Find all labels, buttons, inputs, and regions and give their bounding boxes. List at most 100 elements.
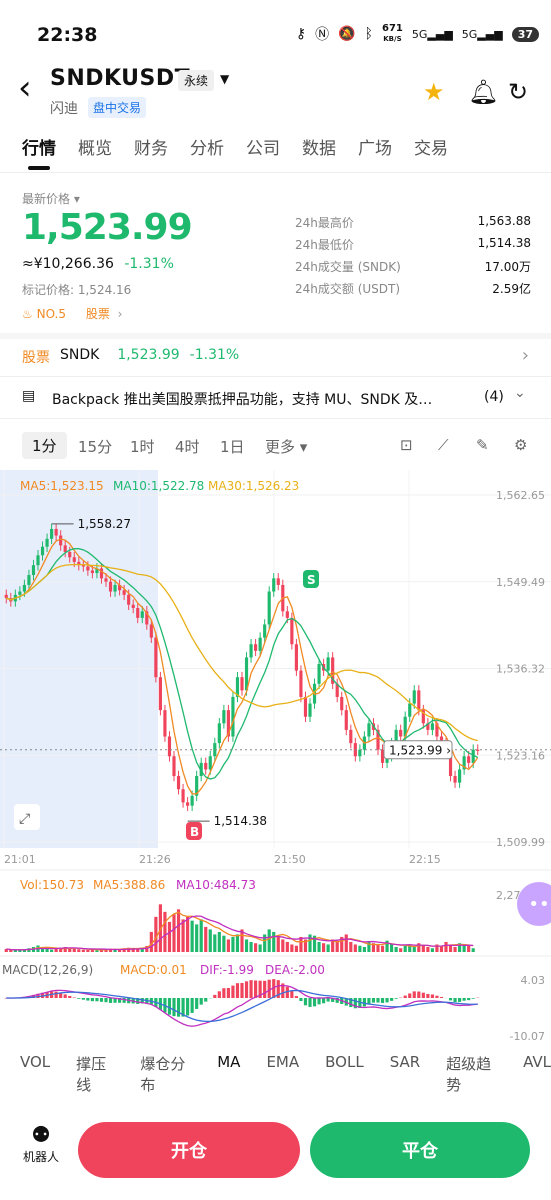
ind-boll[interactable]: BOLL — [325, 1053, 364, 1095]
macd-bar — [462, 998, 466, 1001]
price-chart[interactable]: 1,562.65 1,549.49 1,536.32 1,523.16 1,509.99… — [0, 470, 551, 1045]
mark-price: 标记价格: 1,524.16 — [22, 283, 132, 297]
bottom-bar: ⚉ 机器人 开仓 平仓 — [0, 1098, 551, 1200]
tf-1d[interactable]: 1日 — [220, 436, 245, 457]
robot-button[interactable]: ⚉ 机器人 — [23, 1124, 59, 1165]
sell-marker-text: S — [307, 573, 316, 587]
ind-support[interactable]: 撑压线 — [76, 1053, 114, 1095]
stock-pct: -1.31% — [189, 347, 240, 363]
tab-analysis[interactable]: 分析 — [190, 134, 224, 159]
ind-liq[interactable]: 爆仓分布 — [140, 1053, 191, 1095]
rank-category: 股票 — [85, 307, 110, 321]
stat-turnover-label: 24h成交额 (USDT) — [295, 282, 401, 296]
candle-body — [240, 677, 244, 691]
volume-bar — [199, 919, 203, 952]
tab-overview[interactable]: 概览 — [78, 134, 112, 159]
rank-row[interactable]: ♨ NO.5 股票 › — [22, 305, 122, 322]
macd-bar — [54, 991, 58, 998]
volume-bar — [285, 941, 289, 952]
vol-legend: Vol:150.73 — [20, 878, 84, 892]
symbol-title[interactable]: SNDKUSDT — [50, 66, 190, 91]
macd-bar — [290, 991, 294, 998]
tab-data[interactable]: 数据 — [302, 134, 336, 159]
fire-icon: ♨ — [22, 307, 33, 321]
macd-axis-bottom: -10.07 — [510, 1030, 545, 1043]
ind-vol[interactable]: VOL — [20, 1053, 50, 1095]
candle-body — [176, 776, 181, 790]
candle-body — [276, 578, 280, 585]
indicator-settings-icon[interactable]: ⊡ — [400, 436, 413, 454]
last-price: 1,523.99 — [22, 207, 193, 248]
draw-icon[interactable]: ✎ — [476, 436, 489, 454]
tab-market[interactable]: 行情 — [22, 134, 56, 159]
macd-bar — [317, 998, 321, 1005]
tf-more[interactable]: 更多 ▾ — [265, 436, 307, 457]
stat-low-label: 24h最低价 — [295, 238, 354, 252]
ind-ema[interactable]: EMA — [266, 1053, 299, 1095]
tf-1h[interactable]: 1时 — [130, 436, 155, 457]
bell-icon[interactable]: 🔔︎ — [468, 78, 498, 106]
stock-row[interactable]: 股票 SNDK 1,523.99 -1.31% — [22, 347, 239, 367]
chevron-right-icon[interactable]: › — [522, 345, 529, 366]
open-position-button[interactable]: 开仓 — [78, 1122, 300, 1178]
close-position-button[interactable]: 平仓 — [310, 1122, 530, 1178]
stock-price: 1,523.99 — [117, 347, 180, 363]
candle-body — [36, 555, 40, 566]
dropdown-icon[interactable]: ▼ — [220, 72, 229, 86]
macd-bar — [226, 987, 230, 998]
latest-price-label[interactable]: 最新价格 ▾ — [22, 190, 80, 207]
volume-bar — [272, 931, 276, 952]
volume-bar — [254, 943, 258, 952]
chevron-down-icon[interactable]: ⌄ — [514, 385, 526, 401]
ind-supertrend[interactable]: 超级趋势 — [446, 1053, 497, 1095]
tab-finance[interactable]: 财务 — [134, 134, 168, 159]
volume-bar — [186, 916, 190, 952]
contract-tag[interactable]: 永续 — [178, 70, 215, 91]
volume-bar — [222, 935, 226, 952]
volume-bar — [326, 944, 330, 952]
tab-trade[interactable]: 交易 — [414, 134, 448, 159]
candle-body — [104, 578, 108, 582]
news-icon: ▤ — [22, 388, 36, 404]
volume-bar — [249, 941, 253, 952]
volume-bar — [403, 945, 407, 952]
macd-bar — [190, 998, 194, 1013]
chart-type-icon[interactable]: ⟋ — [438, 436, 449, 454]
macd-bar — [322, 998, 326, 1004]
macd-dif: DIF:-1.99 — [200, 963, 254, 977]
back-icon[interactable]: ‹ — [18, 68, 32, 108]
tf-1m[interactable]: 1分 — [22, 432, 67, 459]
candle-body — [326, 657, 330, 671]
main-tabs: 行情 概览 财务 分析 公司 数据 广场 交易 — [22, 134, 448, 159]
tab-underline — [28, 166, 50, 170]
tf-15m[interactable]: 15分 — [78, 436, 112, 457]
macd-bar — [263, 980, 267, 998]
star-icon[interactable]: ★ — [423, 78, 445, 106]
volume-bar — [154, 916, 158, 952]
candle-body — [412, 690, 416, 704]
volume-bar — [208, 929, 212, 952]
candle-body — [181, 789, 185, 803]
tab-square[interactable]: 广场 — [358, 134, 392, 159]
candle-body — [249, 644, 253, 658]
tab-company[interactable]: 公司 — [246, 134, 280, 159]
volume-bar — [412, 946, 416, 952]
rank-number: NO.5 — [36, 307, 66, 321]
news-headline[interactable]: Backpack 推出美国股票抵押品功能，支持 MU、SNDK 及… — [52, 389, 472, 409]
volume-bar — [317, 941, 321, 952]
macd-bar — [303, 998, 308, 1006]
stock-symbol: SNDK — [60, 347, 100, 363]
volume-bar — [308, 934, 312, 952]
candle-body — [308, 703, 312, 717]
candle-body — [467, 756, 471, 763]
settings-icon[interactable]: ⚙ — [514, 436, 527, 454]
tf-4h[interactable]: 4时 — [175, 436, 200, 457]
share-icon[interactable]: ↻ — [508, 78, 528, 106]
current-price-label: 1,523.99 › — [389, 744, 451, 758]
change-percent: -1.31% — [124, 256, 174, 272]
ind-ma[interactable]: MA — [217, 1053, 240, 1095]
ind-sar[interactable]: SAR — [390, 1053, 420, 1095]
candle-body — [72, 557, 76, 562]
candle-body — [54, 528, 58, 536]
ind-avl[interactable]: AVL — [523, 1053, 551, 1095]
